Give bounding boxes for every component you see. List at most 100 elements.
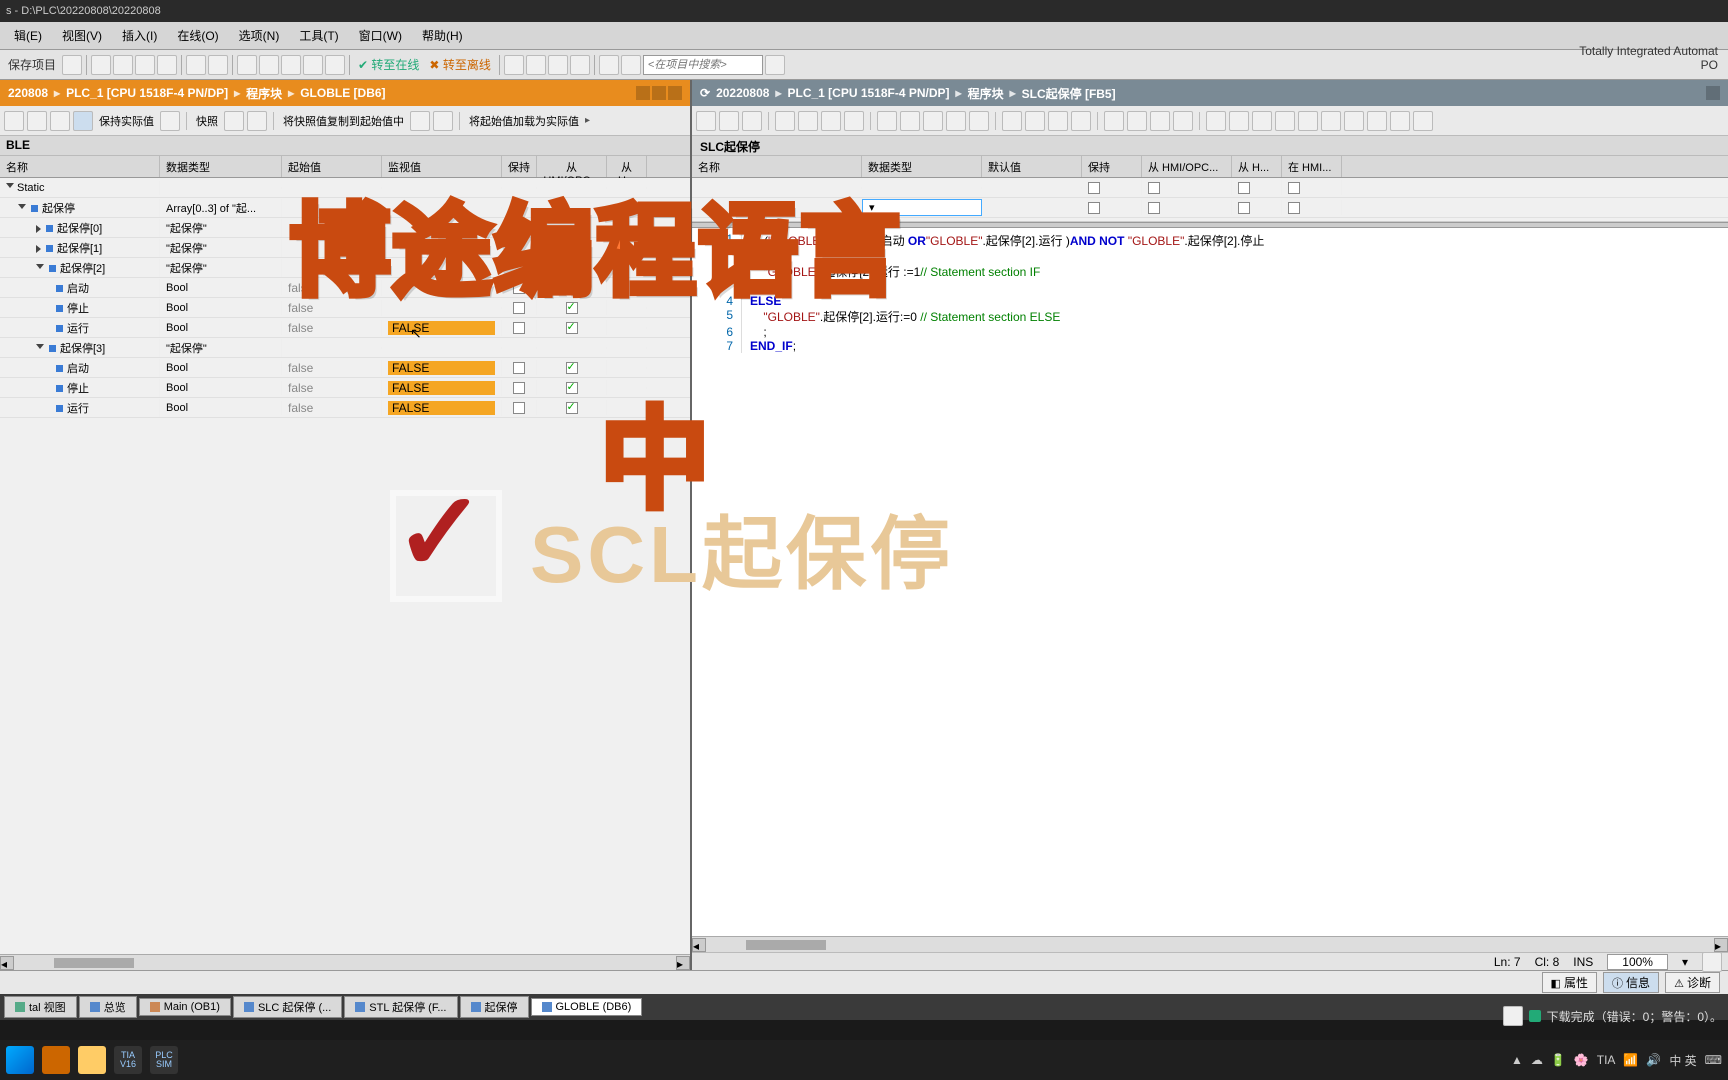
tool-icon[interactable] <box>1344 111 1364 131</box>
bottom-tab[interactable]: 总览 <box>79 996 137 1018</box>
bottom-tab[interactable]: STL 起保停 (F... <box>344 996 457 1018</box>
bottom-tab[interactable]: SLC 起保停 (... <box>233 996 342 1018</box>
tool-icon[interactable] <box>1321 111 1341 131</box>
minimize-icon[interactable] <box>636 86 650 100</box>
project-search-input[interactable] <box>643 55 763 75</box>
menu-help[interactable]: 帮助(H) <box>412 25 473 46</box>
maximize-icon[interactable] <box>652 86 666 100</box>
tool-icon[interactable] <box>1413 111 1433 131</box>
tool-icon[interactable] <box>1206 111 1226 131</box>
table-row[interactable]: 起保停[0]"起保停" <box>0 218 690 238</box>
plcsim-icon[interactable]: PLCSIM <box>150 1046 178 1074</box>
tool-icon[interactable] <box>877 111 897 131</box>
download-icon[interactable] <box>259 55 279 75</box>
tool-icon[interactable] <box>775 111 795 131</box>
table-row[interactable]: 起保停[2]"起保停" <box>0 258 690 278</box>
tool-icon[interactable] <box>969 111 989 131</box>
tool-icon[interactable] <box>1048 111 1068 131</box>
interface-rows[interactable]: ▾ <box>692 178 1728 222</box>
tool-icon[interactable] <box>1229 111 1249 131</box>
tool-icon[interactable] <box>247 111 267 131</box>
table-row[interactable]: Static <box>0 178 690 198</box>
minimize-icon[interactable] <box>1706 86 1720 100</box>
tool-icon[interactable] <box>160 111 180 131</box>
snapshot-button[interactable]: 快照 <box>193 113 221 129</box>
tool-icon[interactable] <box>1275 111 1295 131</box>
tool-icon[interactable] <box>27 111 47 131</box>
app-icon[interactable] <box>42 1046 70 1074</box>
bottom-tab[interactable]: tal 视图 <box>4 996 77 1018</box>
menu-tools[interactable]: 工具(T) <box>289 25 348 46</box>
tool-icon[interactable] <box>1071 111 1091 131</box>
tool-icon[interactable] <box>719 111 739 131</box>
tool-icon[interactable] <box>1025 111 1045 131</box>
tab-properties[interactable]: ◧ 属性 <box>1542 972 1597 993</box>
tool-icon[interactable] <box>410 111 430 131</box>
tool-icon[interactable] <box>4 111 24 131</box>
table-row[interactable]: 停止Boolfalse <box>0 298 690 318</box>
delete-icon[interactable] <box>157 55 177 75</box>
bottom-tab[interactable]: Main (OB1) <box>139 998 231 1016</box>
tool-icon[interactable] <box>1390 111 1410 131</box>
zoom-select[interactable]: 100% <box>1607 954 1668 970</box>
tool-icon[interactable] <box>526 55 546 75</box>
tool-icon[interactable] <box>1002 111 1022 131</box>
tool-icon[interactable] <box>923 111 943 131</box>
stop-sim-icon[interactable] <box>325 55 345 75</box>
h-scrollbar[interactable]: ◂▸ <box>692 936 1728 952</box>
tool-icon[interactable] <box>1367 111 1387 131</box>
zoom-icon[interactable] <box>1702 952 1722 972</box>
menu-online[interactable]: 在线(O) <box>167 25 228 46</box>
compile-icon[interactable] <box>237 55 257 75</box>
tool-icon[interactable] <box>742 111 762 131</box>
menu-window[interactable]: 窗口(W) <box>349 25 412 46</box>
split-icon[interactable] <box>599 55 619 75</box>
tab-info[interactable]: ⓘ 信息 <box>1603 972 1659 993</box>
tool-icon[interactable] <box>900 111 920 131</box>
go-offline-button[interactable]: ✖ 转至离线 <box>425 56 494 73</box>
table-row[interactable]: 运行BoolfalseFALSE <box>0 318 690 338</box>
start-icon[interactable] <box>6 1046 34 1074</box>
monitor-icon[interactable] <box>73 111 93 131</box>
tool-icon[interactable] <box>798 111 818 131</box>
h-scrollbar[interactable]: ◂▸ <box>0 954 690 970</box>
bottom-tab[interactable]: GLOBLE (DB6) <box>531 998 643 1016</box>
cross-ref-icon[interactable] <box>570 55 590 75</box>
copy-icon[interactable] <box>113 55 133 75</box>
start-sim-icon[interactable] <box>303 55 323 75</box>
tool-icon[interactable] <box>821 111 841 131</box>
split-icon[interactable] <box>621 55 641 75</box>
explorer-icon[interactable] <box>78 1046 106 1074</box>
tool-icon[interactable] <box>224 111 244 131</box>
undo-icon[interactable] <box>186 55 206 75</box>
menu-insert[interactable]: 插入(I) <box>112 25 167 46</box>
tia-icon[interactable]: TIAV16 <box>114 1046 142 1074</box>
table-row[interactable]: 停止BoolfalseFALSE <box>0 378 690 398</box>
table-row[interactable]: 起保停Array[0..3] of "起... <box>0 198 690 218</box>
bottom-tab[interactable]: 起保停 <box>460 996 529 1018</box>
menu-options[interactable]: 选项(N) <box>229 25 290 46</box>
tool-icon[interactable] <box>844 111 864 131</box>
save-project-button[interactable]: 保存项目 <box>4 56 60 73</box>
table-row[interactable]: 启动Boolfalse <box>0 278 690 298</box>
tool-icon[interactable] <box>1127 111 1147 131</box>
table-row[interactable]: 运行BoolfalseFALSE <box>0 398 690 418</box>
table-row[interactable]: 启动BoolfalseFALSE <box>0 358 690 378</box>
tool-icon[interactable] <box>1298 111 1318 131</box>
keep-actual-button[interactable]: 保持实际值 <box>96 113 157 129</box>
tool-icon[interactable] <box>548 55 568 75</box>
tool-icon[interactable] <box>1503 1006 1523 1026</box>
tool-icon[interactable] <box>696 111 716 131</box>
close-icon[interactable] <box>668 86 682 100</box>
table-row[interactable]: 起保停[1]"起保停" <box>0 238 690 258</box>
load-actual-button[interactable]: 将起始值加载为实际值 <box>466 113 582 129</box>
data-grid[interactable]: Static起保停Array[0..3] of "起...起保停[0]"起保停"… <box>0 178 690 954</box>
system-tray[interactable]: ▲☁🔋🌸TIA📶🔊 中 英⌨ <box>1511 1052 1722 1069</box>
menu-view[interactable]: 视图(V) <box>52 25 112 46</box>
tool-icon[interactable] <box>1150 111 1170 131</box>
tab-diagnostics[interactable]: ⚠ 诊断 <box>1665 972 1720 993</box>
redo-icon[interactable] <box>208 55 228 75</box>
go-online-button[interactable]: ✔ 转至在线 <box>354 56 423 73</box>
tool-icon[interactable] <box>1104 111 1124 131</box>
paste-icon[interactable] <box>135 55 155 75</box>
